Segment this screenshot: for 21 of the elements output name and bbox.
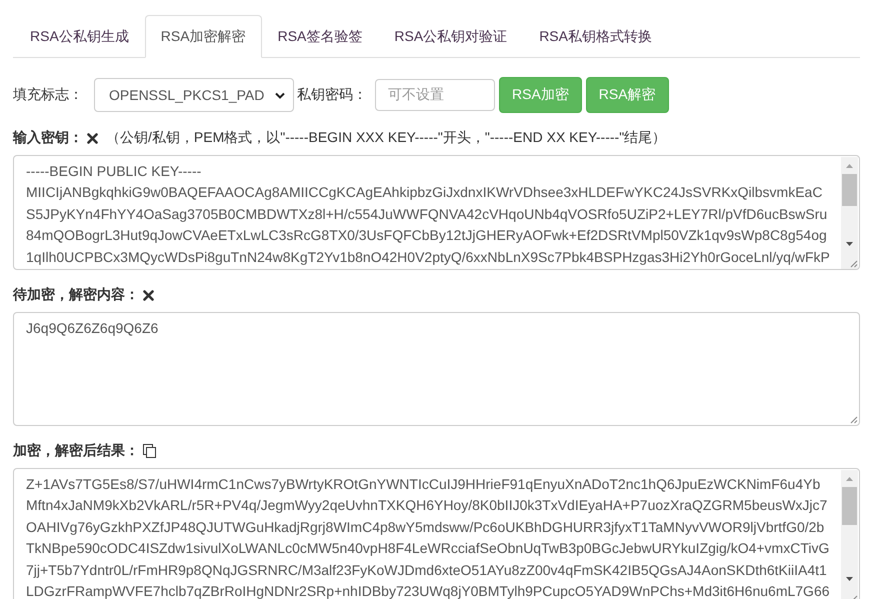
field-label: 输入密钥：	[13, 129, 83, 147]
text-area[interactable]: Z+1AVs7TG5Es8/S7/uHWI4rmC1nCws7yBWrtyKROtGnYWNTIcCuIJ9HHrieF91qEnyuXnADoT2nc1hQ6JpuEzWCKNimF6u4Yb Mftn4xJaNM9kXb2VkARL/r5R+PV4q/JegmWyy2qeUvhnTXKQH6YHoy/8K0bIIJ0k3TxVdIEyaHA+P7uozXraQZGRM5beusWxJjc7 OAHIVg76yGzkhPXZfJP48QJUTWGuHkadjRgrj8WImC4p8wY5mdsww/Pc6oUKBhDGHURR3jfyxT1TaMNyvVWOR9ljVbrtfG0/2b TkNBpe590cODC4ISZdw1sivulXoLWANLc0cMW5n40vpH8F4LeWRcciafSeObnUqTwB3p0BGcJebwURYkuIZgig/kO4+vmxCTivG 7jj+T5b7Ydntr0L/rFmHR9p8QNqJGSRNRC/M3alf23FyKoWJDmd6xteO51AYu8zZ00v4qFmSK42IB5QGsAJ4AonSKDth6tKiiIA4t1 LDGzrFRampWVFE7hclb7qZBrRoIHgNDNr2SRp+nhIDBby723UWq8jY0BMTylh9PCupcO5YAD9WnPChs+Md3it6H6nu6mL7G66	[13, 468, 860, 599]
text-area[interactable]: J6q9Q6Z6Z6q9Q6Z6	[13, 312, 860, 426]
padding-label: 填充标志：	[13, 86, 83, 104]
tab[interactable]: RSA私钥格式转换	[523, 15, 668, 58]
tab[interactable]: RSA公私钥对验证	[378, 15, 524, 58]
field-label: 待加密，解密内容：	[13, 286, 139, 304]
clear-icon[interactable]	[87, 132, 98, 144]
clear-icon[interactable]	[143, 290, 154, 300]
hint-text: （公钥/私钥，PEM格式，以"-----BEGIN XXX KEY-----"开头，"-----END XX KEY-----"结尾）	[106, 129, 666, 147]
text-area[interactable]: -----BEGIN PUBLIC KEY----- MIICIjANBgkqhkiG9w0BAQEFAAOCAg8AMIICCgKCAgEAhkipbzGiJxdnxIKWrVDhsee3xHLDEFwYKC24JsSVRKxQilbsvmkEaC S5JPyKYn4FhYY4OaSag3705B0CMBDWTXz8l+H/c554JuWWFQNVA42cVHqoUNb4qVOSRfo5UZiP2+LEY7Rl/pVfD6ucBswSru 84mQOBogrL3Hut9qJowCVAeETxLwLC3sRcG8TX0/3UsFQFCbBy12tJjGHERyAOFwk+Ef2DSRtVMpl50VZk1qv9sWp8C8g54og 1qIlh0UCPBCx3MQycWDsPi8guTnN24w8KgT2Yv1b8nO42H0V2ptyQ/6xxNbLnX9Sc7Pbk4BSPHzgas3Hi2Yh0rGoceLnl/yq/wFkP	[13, 155, 860, 270]
field-label: 加密，解密后结果：	[13, 442, 139, 460]
chevron-down-icon	[275, 92, 285, 98]
resize-grip-icon	[849, 415, 858, 424]
tab[interactable]: RSA签名验签	[262, 15, 378, 58]
tab[interactable]: RSA公私钥生成	[14, 15, 145, 58]
tab[interactable]: RSA加密解密	[144, 15, 262, 58]
password-label: 私钥密码：	[297, 86, 367, 104]
padding-select[interactable]: OPENSSL_PKCS1_PAD	[94, 78, 294, 112]
copy-icon[interactable]	[143, 444, 156, 458]
resize-grip-icon	[849, 259, 858, 268]
